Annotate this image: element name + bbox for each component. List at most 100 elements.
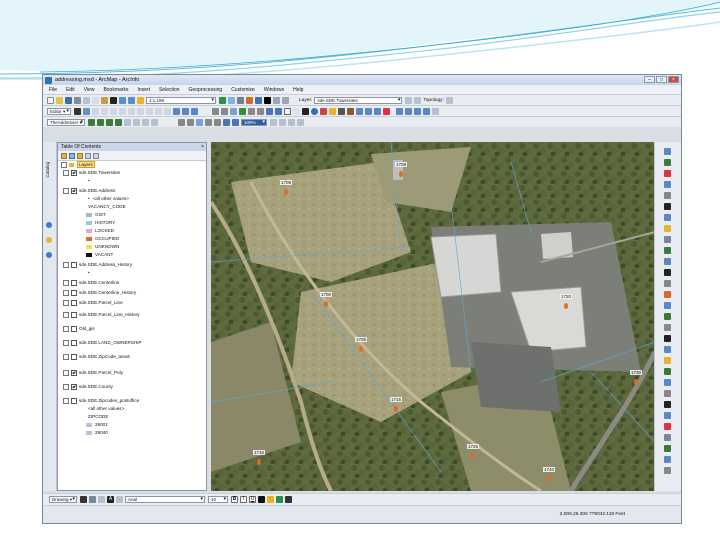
side-tool-icon[interactable]	[664, 445, 671, 452]
font-size-combo[interactable]: 10	[208, 496, 228, 503]
map-view[interactable]: 1709 1708 1700 1705 1715 1716 1725 1720 1730 1740	[211, 142, 655, 491]
addresser-tool-8-icon[interactable]	[151, 118, 158, 126]
side-tool-icon[interactable]	[664, 258, 671, 265]
go-to-xy-icon[interactable]	[365, 107, 372, 115]
toc-layer-row[interactable]: sde.SDE.Parcel_Line_History	[60, 311, 140, 318]
marker-color-icon[interactable]	[285, 496, 292, 503]
side-tool-icon[interactable]	[664, 434, 671, 441]
menu-edit[interactable]: Edit	[66, 87, 75, 93]
addresser-tool-7-icon[interactable]	[142, 118, 149, 126]
zoom-out-icon[interactable]	[221, 107, 228, 115]
toc-expander-icon[interactable]	[63, 339, 69, 346]
aerial-map-canvas[interactable]: 1709 1708 1700 1705 1715 1716 1725 1720 1730 1740	[211, 142, 655, 491]
zoom-100-icon[interactable]	[214, 118, 221, 126]
list-by-visibility-icon[interactable]	[77, 152, 83, 159]
layout-forward-icon[interactable]	[232, 118, 239, 126]
layer-visibility-checkbox[interactable]	[71, 383, 77, 390]
fill-color-icon[interactable]	[267, 496, 274, 503]
topology-icon[interactable]	[445, 96, 453, 104]
side-tool-icon[interactable]	[664, 467, 671, 474]
catalog-icon[interactable]	[237, 96, 244, 104]
toc-layer-row[interactable]: sde.SDE.Towersites	[60, 169, 120, 176]
side-tool-icon[interactable]	[664, 192, 671, 199]
font-color-icon[interactable]	[258, 496, 265, 503]
list-by-source-icon[interactable]	[69, 152, 75, 159]
help-icon[interactable]	[282, 96, 289, 104]
side-tool-icon[interactable]	[664, 170, 671, 177]
italic-icon[interactable]: I	[240, 496, 247, 503]
layout-zoom-out-icon[interactable]	[187, 118, 194, 126]
layer-visibility-checkbox[interactable]	[71, 369, 77, 376]
layer-visibility-checkbox[interactable]	[71, 353, 77, 360]
attributes-icon[interactable]	[173, 107, 180, 115]
occupied-address-point[interactable]	[399, 171, 403, 177]
html-popup-icon[interactable]	[329, 107, 336, 115]
menu-help[interactable]: Help	[293, 87, 303, 93]
toc-expander-icon[interactable]	[63, 397, 69, 404]
occupied-address-point[interactable]	[547, 476, 551, 482]
underline-icon[interactable]: U	[249, 496, 256, 503]
point-icon[interactable]	[119, 107, 126, 115]
layer-tool-2-icon[interactable]	[414, 96, 422, 104]
bold-icon[interactable]: B	[231, 496, 238, 503]
addresser-tool-5-icon[interactable]	[124, 118, 131, 126]
change-layout-icon[interactable]	[288, 118, 295, 126]
time-slider-icon[interactable]	[374, 107, 381, 115]
edit-annotation-icon[interactable]	[83, 107, 90, 115]
clear-selection-icon[interactable]	[293, 107, 300, 115]
split-icon[interactable]	[155, 107, 162, 115]
line-color-icon[interactable]	[276, 496, 283, 503]
addresser-menu[interactable]: TheAddresser ▾	[47, 118, 85, 126]
select-features-icon[interactable]	[284, 107, 291, 115]
rotate-element-icon[interactable]	[89, 496, 96, 503]
menu-geoprocessing[interactable]: Geoprocessing	[189, 87, 223, 93]
hyperlink-icon[interactable]	[320, 107, 327, 115]
menu-bookmarks[interactable]: Bookmarks	[103, 87, 128, 93]
text-tool-icon[interactable]: A	[107, 496, 114, 503]
occupied-address-point[interactable]	[471, 453, 475, 459]
find-route-icon[interactable]	[356, 107, 363, 115]
side-tool-icon[interactable]	[664, 291, 671, 298]
identify-icon[interactable]	[311, 107, 318, 115]
side-tool-icon[interactable]	[664, 313, 671, 320]
side-tool-icon[interactable]	[664, 181, 671, 188]
paste-icon[interactable]	[101, 96, 108, 104]
reshape-icon[interactable]	[137, 107, 144, 115]
arctoolbox-icon[interactable]	[255, 96, 262, 104]
add-data-icon[interactable]	[137, 96, 144, 104]
new-document-icon[interactable]	[47, 96, 54, 104]
side-tool-icon[interactable]	[664, 335, 671, 342]
layer-visibility-checkbox[interactable]	[71, 279, 77, 286]
error-inspector-icon[interactable]	[423, 107, 430, 115]
layer-combo[interactable]: sde.SDE.Towersites	[314, 96, 403, 104]
occupied-address-point[interactable]	[257, 459, 261, 465]
list-by-selection-icon[interactable]	[85, 152, 91, 159]
occupied-address-point[interactable]	[564, 303, 568, 309]
toc-layer-row[interactable]: Old_gis	[60, 325, 95, 332]
show-shared-features-icon[interactable]	[414, 107, 421, 115]
sketch-properties-icon[interactable]	[182, 107, 189, 115]
addresser-tool-4-icon[interactable]	[115, 118, 122, 126]
maximize-button[interactable]: □	[656, 76, 667, 83]
print-icon[interactable]	[74, 96, 81, 104]
toc-layer-row[interactable]: sde.SDE.Zipcodes_postoffice	[60, 397, 139, 404]
toc-layer-row[interactable]: sde.SDE.ZipCode_areas	[60, 353, 130, 360]
layer-visibility-checkbox[interactable]	[71, 339, 77, 346]
drawing-menu[interactable]: Drawing ▾	[49, 496, 77, 503]
save-icon[interactable]	[65, 96, 72, 104]
side-tool-icon[interactable]	[664, 368, 671, 375]
side-tool-icon[interactable]	[664, 412, 671, 419]
open-folder-icon[interactable]	[56, 96, 63, 104]
toc-layer-row[interactable]: sde.SDE.Address_History	[60, 261, 132, 268]
create-viewer-icon[interactable]	[383, 107, 390, 115]
toc-close-icon[interactable]: ×	[201, 143, 204, 151]
side-tool-icon[interactable]	[664, 456, 671, 463]
toc-layer-row[interactable]: sde.SDE.Centerline	[60, 279, 119, 286]
toc-expander-icon[interactable]	[63, 187, 69, 194]
search-tab-icon[interactable]	[46, 222, 52, 228]
addresser-tool-6-icon[interactable]	[133, 118, 140, 126]
close-button[interactable]: ×	[668, 76, 679, 83]
toc-layers-root[interactable]: Layers	[58, 161, 95, 168]
delete-icon[interactable]	[110, 96, 117, 104]
list-by-drawing-order-icon[interactable]	[61, 152, 67, 159]
